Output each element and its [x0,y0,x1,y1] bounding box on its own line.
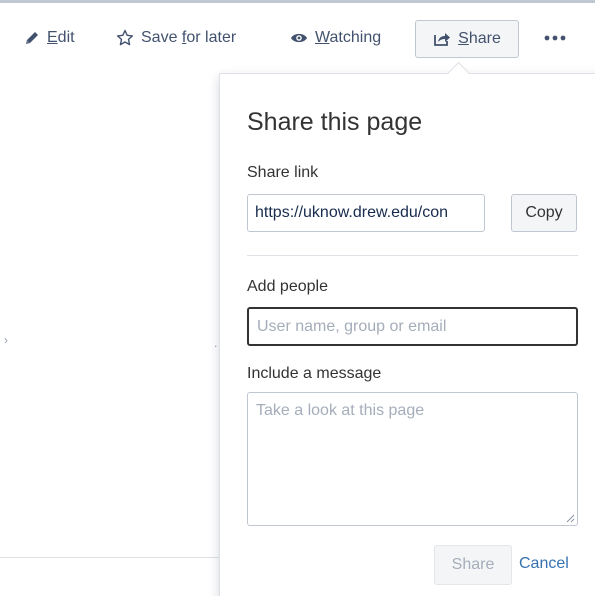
share-dialog-divider [247,255,578,256]
confluence-page: Edit Save for later Watching Share › . S… [0,0,595,596]
resize-handle-icon[interactable] [565,513,575,523]
share-link-label: Share link [247,164,319,181]
share-toolbar-button[interactable]: Share [415,20,519,58]
add-people-input[interactable] [247,307,578,346]
copy-button[interactable]: Copy [511,194,577,232]
content-fragment-mid: . [214,336,218,350]
watching-button[interactable]: Watching [290,18,381,58]
content-divider [0,557,220,558]
watching-label: Watching [315,29,382,46]
star-icon [116,29,134,46]
share-toolbar-label: Share [458,30,501,47]
more-actions-button[interactable] [540,18,570,58]
edit-label: Edit [47,29,75,46]
message-label: Include a message [247,365,382,382]
more-icon [544,35,566,41]
add-people-label: Add people [247,278,328,295]
content-fragment-left: › [4,333,8,347]
save-for-later-button[interactable]: Save for later [116,18,236,58]
save-for-later-label: Save for later [141,29,237,46]
eye-icon [291,33,307,43]
share-dialog-title: Share this page [247,108,423,136]
share-submit-button[interactable]: Share [434,545,512,585]
edit-button[interactable]: Edit [24,18,75,58]
cancel-link[interactable]: Cancel [519,555,569,573]
page-toolbar: Edit Save for later Watching Share [0,18,595,62]
share-link-field[interactable] [247,194,485,232]
share-dialog: Share this page Share link Copy Add peop… [219,73,595,596]
message-textarea[interactable] [247,392,578,526]
top-divider [0,0,595,3]
share-icon [434,33,451,46]
pencil-icon [26,32,38,44]
